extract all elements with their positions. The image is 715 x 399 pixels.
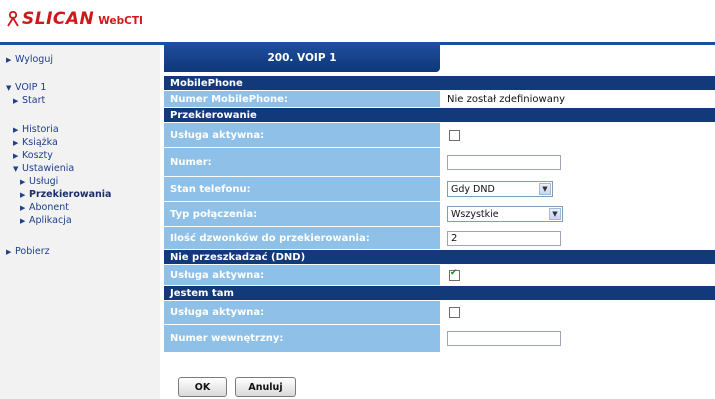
sidebar-item-aplikacja[interactable]: ▶ Aplikacja: [20, 215, 72, 226]
mobilephone-number-value: Nie został zdefiniowany: [440, 91, 715, 107]
brand-logo: SLICAN WebCTI: [6, 8, 143, 30]
sidebar: ▶ Wyloguj ▼ VOIP 1 ▶ Start ▶ Historia ▶ Książ…: [0, 45, 160, 399]
field-label: Numer wewnętrzny:: [164, 325, 440, 352]
section-header-jestem-tam: Jestem tam: [164, 286, 715, 301]
section-header-przekierowanie: Przekierowanie: [164, 108, 715, 123]
sidebar-item-ksiazka[interactable]: ▶ Książka: [13, 137, 58, 148]
dnd-active-checkbox[interactable]: [449, 268, 460, 281]
field-label: Usługa aktywna:: [164, 265, 440, 285]
slican-logo-icon: [7, 11, 19, 27]
triangle-right-icon: ▶: [13, 139, 19, 147]
triangle-right-icon: ▶: [13, 152, 19, 160]
section-header-dnd: Nie przeszkadzać (DND): [164, 250, 715, 265]
forward-number-input[interactable]: [447, 154, 561, 170]
triangle-right-icon: ▶: [20, 217, 26, 225]
internal-number-input[interactable]: [447, 331, 561, 346]
call-type-select[interactable]: Wszystkie ▼: [447, 206, 563, 222]
table-row: Usługa aktywna:: [164, 301, 715, 325]
brand-name: SLICAN: [22, 9, 95, 29]
tab-voip1[interactable]: 200. VOIP 1: [164, 45, 440, 72]
triangle-down-icon: ▼: [6, 84, 12, 92]
section-header-mobilephone: MobilePhone: [164, 76, 715, 91]
form-buttons: OK Anuluj: [178, 377, 304, 397]
field-label: Usługa aktywna:: [164, 301, 440, 324]
triangle-right-icon: ▶: [20, 191, 26, 199]
triangle-right-icon: ▶: [20, 204, 26, 212]
sidebar-item-historia[interactable]: ▶ Historia: [13, 124, 59, 135]
tab-bar: 200. VOIP 1: [164, 45, 715, 73]
forward-active-checkbox[interactable]: [449, 129, 460, 141]
sidebar-item-ustawienia[interactable]: ▼ Ustawienia: [13, 163, 74, 174]
sidebar-item-start[interactable]: ▶ Start: [13, 95, 45, 106]
triangle-right-icon: ▶: [13, 97, 19, 105]
ok-button[interactable]: OK: [178, 377, 227, 397]
brand-product: WebCTI: [98, 14, 143, 27]
field-label: Typ połączenia:: [164, 202, 440, 226]
table-row: Numer:: [164, 148, 715, 177]
table-row: Usługa aktywna:: [164, 265, 715, 286]
triangle-right-icon: ▶: [6, 248, 12, 256]
sidebar-item-koszty[interactable]: ▶ Koszty: [13, 150, 53, 161]
tab-bar-fill: [440, 45, 715, 72]
sidebar-item-przekierowania[interactable]: ▶ Przekierowania: [20, 189, 111, 200]
triangle-right-icon: ▶: [20, 178, 26, 186]
rings-count-input[interactable]: 2: [447, 230, 561, 246]
settings-table: MobilePhone Numer MobilePhone: Nie zosta…: [164, 76, 715, 353]
cancel-button[interactable]: Anuluj: [235, 377, 296, 397]
table-row: Numer wewnętrzny:: [164, 325, 715, 353]
field-label: Numer MobilePhone:: [164, 91, 440, 107]
field-label: Numer:: [164, 148, 440, 176]
triangle-right-icon: ▶: [13, 126, 19, 134]
sidebar-item-abonent[interactable]: ▶ Abonent: [20, 202, 69, 213]
phone-state-select[interactable]: Gdy DND ▼: [447, 181, 553, 197]
field-label: Stan telefonu:: [164, 177, 440, 201]
triangle-right-icon: ▶: [6, 56, 12, 64]
table-row: Usługa aktywna:: [164, 123, 715, 148]
table-row: Typ połączenia: Wszystkie ▼: [164, 202, 715, 227]
sidebar-item-wyloguj[interactable]: ▶ Wyloguj: [6, 54, 53, 65]
chevron-down-icon: ▼: [549, 208, 561, 220]
table-row: Stan telefonu: Gdy DND ▼: [164, 177, 715, 202]
field-label: Usługa aktywna:: [164, 123, 440, 147]
chevron-down-icon: ▼: [539, 183, 551, 195]
table-row: Numer MobilePhone: Nie został zdefiniowa…: [164, 91, 715, 108]
sidebar-item-voip1[interactable]: ▼ VOIP 1: [6, 82, 46, 93]
jestem-active-checkbox[interactable]: [449, 307, 460, 318]
sidebar-item-uslugi[interactable]: ▶ Usługi: [20, 176, 58, 187]
triangle-down-icon: ▼: [13, 165, 19, 173]
sidebar-item-pobierz[interactable]: ▶ Pobierz: [6, 246, 50, 257]
table-row: Ilość dzwonków do przekierowania: 2: [164, 227, 715, 250]
field-label: Ilość dzwonków do przekierowania:: [164, 227, 440, 249]
